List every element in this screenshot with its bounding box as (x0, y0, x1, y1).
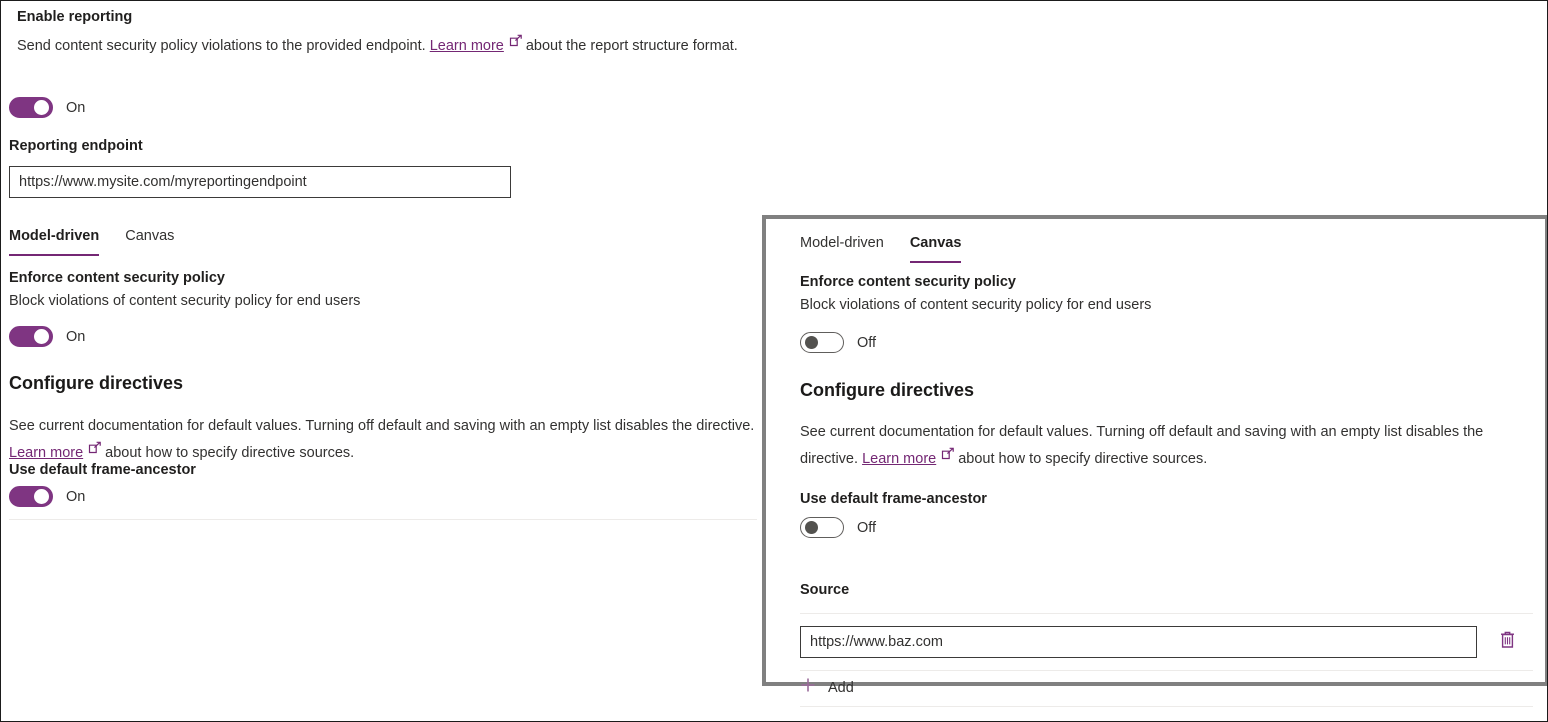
source-column-header: Source (800, 580, 1533, 600)
reporting-endpoint-group: Reporting endpoint (9, 136, 511, 198)
enforce-policy-description-right: Block violations of content security pol… (800, 293, 1527, 318)
source-list: Source Add (800, 580, 1533, 707)
use-default-frame-ancestor-group-right: Use default frame-ancestor (800, 489, 1527, 509)
enforce-policy-toggle-state-left: On (66, 327, 85, 347)
tab-canvas-left[interactable]: Canvas (125, 226, 174, 256)
screenshot-root: Enable reporting Send content security p… (0, 0, 1548, 722)
toggle-knob (34, 329, 49, 344)
enforce-policy-group-left: Enforce content security policy Block vi… (9, 268, 360, 314)
use-default-frame-ancestor-toggle-row-left: On (9, 486, 85, 507)
configure-directives-description-right: See current documentation for default va… (800, 420, 1545, 473)
enable-reporting-description-part2: about the report structure format. (526, 38, 738, 54)
canvas-settings-content: Model-driven Canvas Enforce content secu… (766, 219, 1545, 707)
enforce-policy-toggle-row-left: On (9, 326, 85, 347)
enforce-policy-toggle-state-right: Off (857, 333, 876, 353)
enforce-policy-label-right: Enforce content security policy (800, 272, 1527, 292)
enforce-policy-group-right: Enforce content security policy Block vi… (800, 272, 1527, 318)
configure-directives-description-part2-right: about how to specify directive sources. (958, 451, 1207, 467)
use-default-frame-ancestor-group-left: Use default frame-ancestor (9, 460, 196, 480)
use-default-frame-ancestor-toggle-right[interactable] (800, 517, 844, 538)
tab-canvas-right[interactable]: Canvas (910, 233, 962, 263)
enable-reporting-toggle[interactable] (9, 97, 53, 118)
toggle-knob (34, 100, 49, 115)
enable-reporting-description-part1: Send content security policy violations … (17, 38, 426, 54)
external-link-icon (509, 32, 523, 57)
enforce-policy-label-left: Enforce content security policy (9, 268, 360, 288)
plus-icon (800, 677, 816, 698)
toggle-knob (805, 336, 818, 349)
use-default-frame-ancestor-toggle-state-right: Off (857, 518, 876, 538)
add-source-label: Add (828, 678, 854, 698)
reporting-endpoint-label: Reporting endpoint (9, 136, 511, 156)
configure-directives-group-right: Configure directives See current documen… (800, 378, 1545, 473)
use-default-frame-ancestor-label-left: Use default frame-ancestor (9, 460, 196, 480)
tab-model-driven-left[interactable]: Model-driven (9, 226, 99, 256)
enable-reporting-description: Send content security policy violations … (17, 32, 762, 60)
configure-directives-group-left: Configure directives See current documen… (9, 371, 757, 467)
tab-model-driven-right[interactable]: Model-driven (800, 233, 884, 263)
external-link-icon (941, 445, 955, 470)
enforce-policy-toggle-right[interactable] (800, 332, 844, 353)
learn-more-link-reporting[interactable]: Learn more (430, 38, 504, 54)
left-section-divider (9, 519, 757, 520)
enforce-policy-toggle-row-right: Off (800, 332, 1527, 353)
use-default-frame-ancestor-toggle-state-left: On (66, 487, 85, 507)
enable-reporting-toggle-row: On (9, 97, 85, 118)
enable-reporting-label: Enable reporting (17, 7, 762, 27)
learn-more-link-directives-left[interactable]: Learn more (9, 445, 83, 461)
use-default-frame-ancestor-toggle-row-right: Off (800, 517, 1527, 538)
trash-icon (1499, 630, 1516, 654)
use-default-frame-ancestor-label-right: Use default frame-ancestor (800, 489, 1527, 509)
enforce-policy-description-left: Block violations of content security pol… (9, 289, 360, 314)
configure-directives-heading-left: Configure directives (9, 371, 757, 395)
learn-more-link-directives-right[interactable]: Learn more (862, 451, 936, 467)
delete-source-button[interactable] (1491, 626, 1523, 658)
left-settings-pane: Enable reporting Send content security p… (1, 1, 763, 722)
reporting-endpoint-input[interactable] (9, 166, 511, 198)
enable-reporting-group: Enable reporting Send content security p… (9, 7, 762, 60)
configure-directives-description-part1-left: See current documentation for default va… (9, 418, 754, 434)
use-default-frame-ancestor-toggle-left[interactable] (9, 486, 53, 507)
configure-directives-heading-right: Configure directives (800, 378, 1545, 402)
table-row (800, 626, 1533, 658)
enable-reporting-toggle-state: On (66, 98, 85, 118)
toggle-knob (805, 521, 818, 534)
add-source-button[interactable]: Add (800, 671, 1533, 706)
source-list-bottom-divider (800, 706, 1533, 707)
configure-directives-description-part2-left: about how to specify directive sources. (105, 445, 354, 461)
enforce-policy-toggle-left[interactable] (9, 326, 53, 347)
toggle-knob (34, 489, 49, 504)
left-tablist: Model-driven Canvas (9, 226, 200, 256)
right-tablist: Model-driven Canvas (800, 233, 1527, 263)
source-value-input[interactable] (800, 626, 1477, 658)
source-header-divider (800, 613, 1533, 614)
canvas-settings-highlight-panel: Model-driven Canvas Enforce content secu… (762, 215, 1548, 686)
